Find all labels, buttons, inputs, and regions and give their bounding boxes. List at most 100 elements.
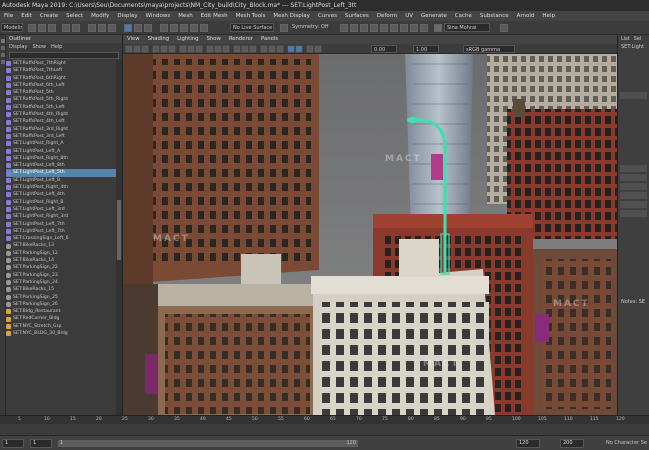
light-icon[interactable]: [400, 24, 408, 32]
outliner-item[interactable]: SET:ParkingSign_12: [6, 250, 116, 257]
skydome-icon[interactable]: [410, 24, 418, 32]
outliner-item[interactable]: SET:RaffsPost_4th_Left: [6, 118, 116, 125]
outliner-search-input[interactable]: [9, 52, 119, 59]
menu-surfaces[interactable]: Surfaces: [341, 11, 373, 21]
viewport-menu-show[interactable]: Show: [203, 35, 225, 44]
menu-create[interactable]: Create: [36, 11, 62, 21]
menu-curves[interactable]: Curves: [314, 11, 341, 21]
attr-section[interactable]: [620, 201, 647, 208]
outliner-item[interactable]: SET:RaffsPost_7thRight: [6, 60, 116, 67]
outliner-item[interactable]: SET:ParkingSign_25: [6, 294, 116, 301]
outliner-item[interactable]: SET:LightPost_Left_B: [6, 177, 116, 184]
max-frame-field[interactable]: 200: [560, 439, 584, 448]
menu-cache[interactable]: Cache: [451, 11, 476, 21]
outliner-item[interactable]: SET:LightPost_Right_A: [6, 140, 116, 147]
current-frame-field[interactable]: 1: [30, 439, 52, 448]
start-frame-field[interactable]: 1: [2, 439, 24, 448]
outliner-item[interactable]: SET:Bldg_Restaurant: [6, 308, 116, 315]
live-surface-field[interactable]: No Live Surface: [230, 23, 274, 32]
ipr-render-icon[interactable]: [350, 24, 358, 32]
hypershade-icon[interactable]: [370, 24, 378, 32]
3d-viewport[interactable]: MACT MACT MACT MACT: [123, 54, 617, 415]
outliner-item[interactable]: SET:BikeRacks_14: [6, 257, 116, 264]
range-slider-bar[interactable]: 1 120: [58, 440, 358, 447]
redo-icon[interactable]: [72, 24, 80, 32]
menu-mesh-tools[interactable]: Mesh Tools: [232, 11, 270, 21]
time-ruler[interactable]: 5 10 15 20 25 30 35 40 45 50 55 60 65 70 75 80 85 90 95 100…: [0, 416, 649, 424]
workspace-icon[interactable]: [500, 24, 508, 32]
tab-selected[interactable]: Sel: [634, 35, 642, 44]
select-hierarchy-icon[interactable]: [88, 24, 96, 32]
select-component-icon[interactable]: [108, 24, 116, 32]
select-tool-icon[interactable]: [124, 24, 132, 32]
viewport-tool-icons[interactable]: [123, 44, 617, 54]
snap-point-icon[interactable]: [180, 24, 188, 32]
outliner-item[interactable]: SET:RedCorner_Bldg: [6, 315, 116, 322]
outliner-item[interactable]: SET:LightPost_Right_8th: [6, 155, 116, 162]
symmetry-icon[interactable]: [280, 24, 288, 32]
outliner-item[interactable]: SET:RaffsPost_7thLeft: [6, 67, 116, 74]
outliner-item[interactable]: SET:LightPost_Left_4th: [6, 191, 116, 198]
outliner-item[interactable]: SET:RaffsPost_5th: [6, 89, 116, 96]
move-tool-icon[interactable]: [1, 46, 5, 50]
snap-view-plane-icon[interactable]: [190, 24, 198, 32]
outliner-item[interactable]: SET:RaffsPost_4th_Right: [6, 111, 116, 118]
city-scene-render[interactable]: [123, 54, 617, 415]
menu-display[interactable]: Display: [113, 11, 141, 21]
outliner-item[interactable]: SET:ParkingSign_23: [6, 272, 116, 279]
user-account-dropdown[interactable]: Sina Mohrai: [444, 23, 490, 32]
area-light-icon[interactable]: [420, 24, 428, 32]
outliner-item[interactable]: SET:RaffsPost_5th_Right: [6, 96, 116, 103]
viewport-menu-panels[interactable]: Panels: [257, 35, 282, 44]
new-scene-icon[interactable]: [28, 24, 36, 32]
menu-generate[interactable]: Generate: [417, 11, 451, 21]
outliner-menu-display[interactable]: Display: [9, 43, 27, 51]
user-avatar-icon[interactable]: [434, 24, 442, 32]
outliner-item[interactable]: SET:LightPost_Left_7th: [6, 228, 116, 235]
rotate-tool-icon[interactable]: [1, 53, 5, 57]
outliner-item[interactable]: SET:LightPost_Right_3rd: [6, 213, 116, 220]
outliner-item[interactable]: SET:RaffsPost_6thRight: [6, 75, 116, 82]
outliner-item[interactable]: SET:RaffsPost_6th_Left: [6, 82, 116, 89]
save-scene-icon[interactable]: [48, 24, 56, 32]
attr-section[interactable]: [620, 183, 647, 190]
outliner-item[interactable]: SET:LightPost_Right_B: [6, 199, 116, 206]
attr-section[interactable]: [620, 165, 647, 172]
outliner-item[interactable]: SET:RaffsPost_3rd_Left: [6, 133, 116, 140]
outliner-item[interactable]: SET:BikeRacks_13: [6, 242, 116, 249]
outliner-item[interactable]: SET:LightPost_Left_7th: [6, 221, 116, 228]
exposure-field[interactable]: 0.00: [371, 45, 397, 53]
tab-list[interactable]: List: [621, 35, 630, 44]
outliner-menu-help[interactable]: Help: [51, 43, 62, 51]
menu-file[interactable]: File: [0, 11, 17, 21]
menu-edit[interactable]: Edit: [17, 11, 36, 21]
symmetry-label[interactable]: Symmetry: Off: [292, 23, 328, 32]
outliner-item[interactable]: SET:LightPost_Left_A: [6, 148, 116, 155]
menu-windows[interactable]: Windows: [142, 11, 175, 21]
render-view-icon[interactable]: [380, 24, 388, 32]
attr-section[interactable]: [620, 174, 647, 181]
colorspace-dropdown[interactable]: sRGB gamma: [463, 45, 515, 53]
select-object-icon[interactable]: [98, 24, 106, 32]
menu-set-dropdown[interactable]: Modeling: [1, 23, 23, 32]
menu-substance[interactable]: Substance: [476, 11, 513, 21]
outliner-item[interactable]: SET:ParkingSign_24: [6, 279, 116, 286]
outliner-item[interactable]: SET:CrossingSign_Left_6: [6, 235, 116, 242]
outliner-item[interactable]: SET:ParkingSign_26: [6, 301, 116, 308]
select-tool-icon[interactable]: [1, 39, 5, 43]
arnold-render-icon[interactable]: [390, 24, 398, 32]
character-set-label[interactable]: No Character Se: [606, 439, 647, 448]
menu-modify[interactable]: Modify: [87, 11, 113, 21]
open-scene-icon[interactable]: [38, 24, 46, 32]
outliner-menu-show[interactable]: Show: [32, 43, 46, 51]
menu-help[interactable]: Help: [538, 11, 559, 21]
outliner-item[interactable]: SET:BikeRacks_15: [6, 286, 116, 293]
undo-icon[interactable]: [62, 24, 70, 32]
outliner-item[interactable]: SET:LightPost_Left_5th: [6, 169, 116, 177]
menu-arnold[interactable]: Arnold: [513, 11, 539, 21]
menu-mesh[interactable]: Mesh: [174, 11, 196, 21]
snap-curve-icon[interactable]: [170, 24, 178, 32]
render-settings-icon[interactable]: [360, 24, 368, 32]
outliner-item[interactable]: SET:RaffsPost_3rd_Right: [6, 126, 116, 133]
time-slider[interactable]: 5 10 15 20 25 30 35 40 45 50 55 60 65 70 75 80 85 90 95 100…: [0, 415, 649, 435]
